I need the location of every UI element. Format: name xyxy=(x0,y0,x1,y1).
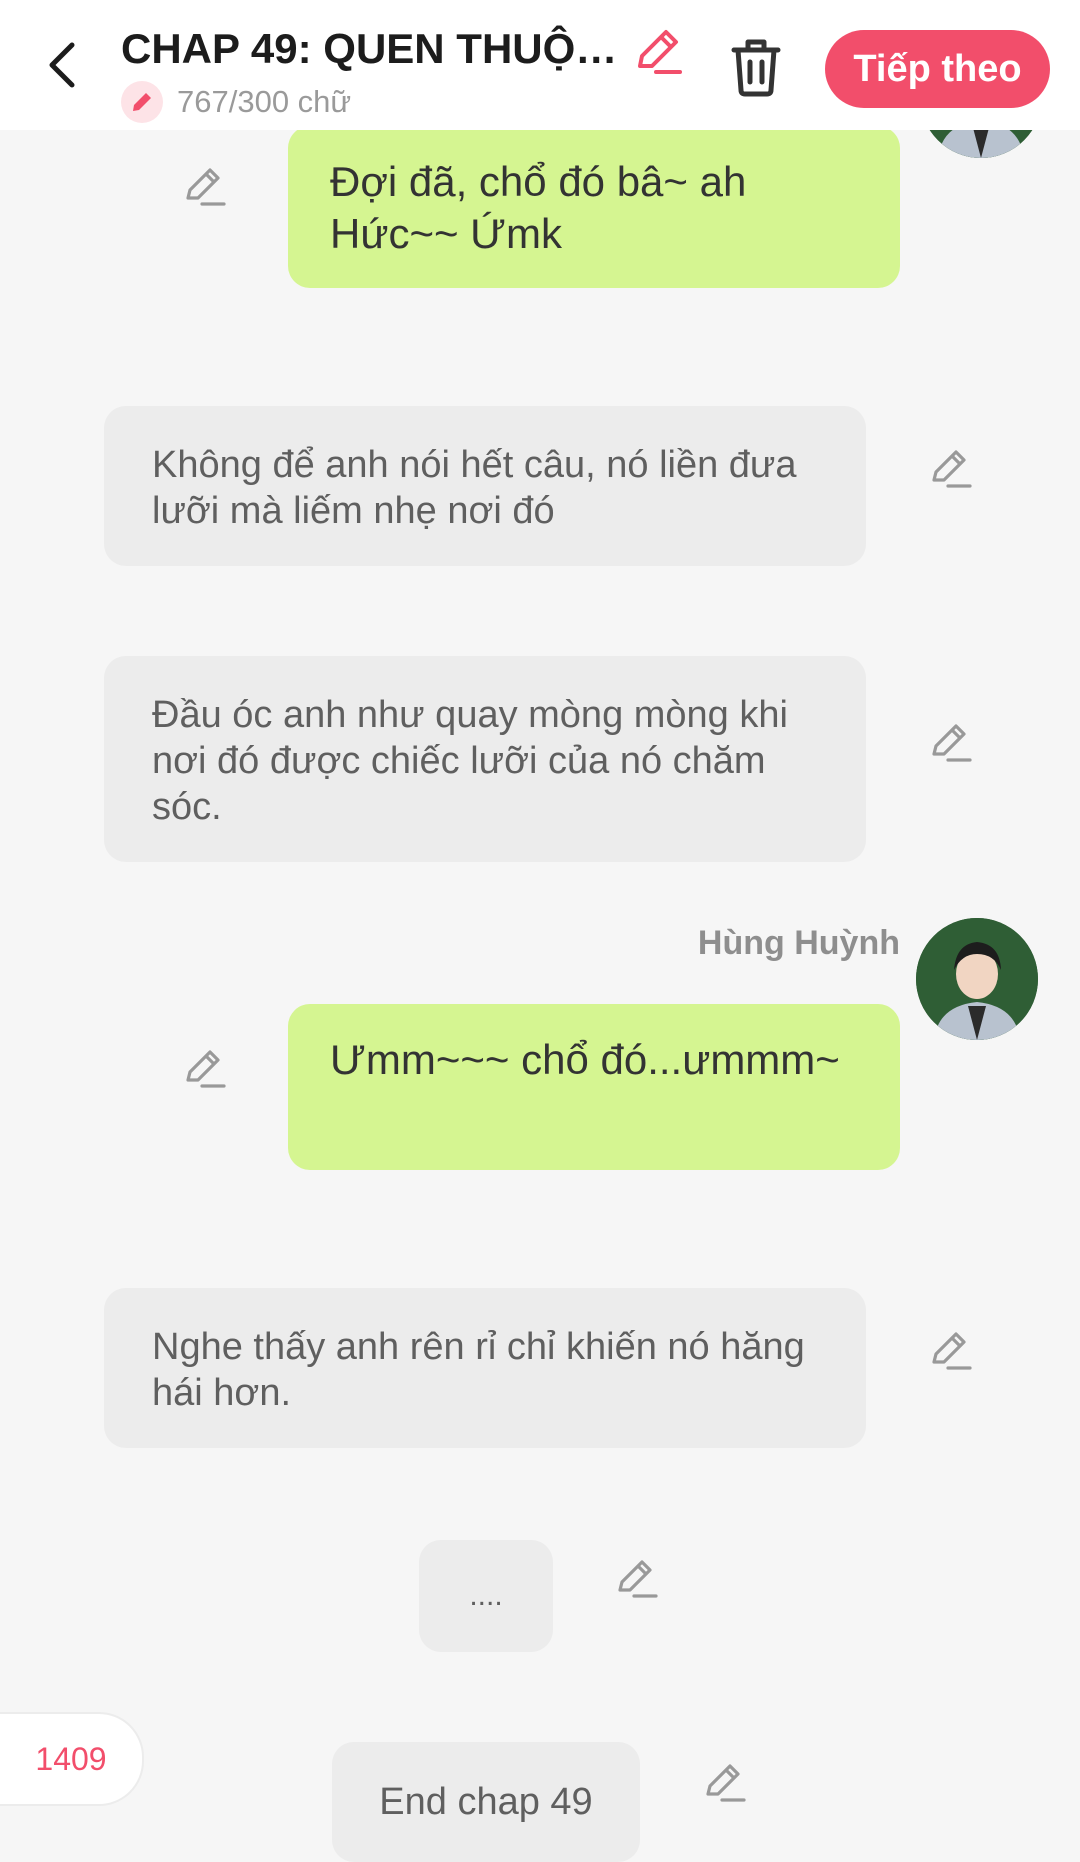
edit-pencil-icon[interactable] xyxy=(928,446,972,490)
chapter-title[interactable]: CHAP 49: QUEN THUỘC... xyxy=(121,24,626,74)
speaker-name: Hùng Huỳnh xyxy=(697,924,900,962)
trash-icon[interactable] xyxy=(728,36,784,98)
word-count: 767/300 chữ xyxy=(121,80,351,124)
word-count-text: 767/300 chữ xyxy=(177,84,352,119)
edit-pencil-icon[interactable] xyxy=(928,720,972,764)
top-bar: CHAP 49: QUEN THUỘC... 767/300 chữ Tiếp … xyxy=(0,0,1080,130)
narration-bubble[interactable]: Nghe thấy anh rên rỉ chỉ khiến nó hăng h… xyxy=(104,1288,866,1448)
message-counter[interactable]: 1409 xyxy=(0,1712,144,1806)
back-arrow-icon[interactable] xyxy=(34,35,94,95)
message-bubble[interactable]: Đợi đã, chổ đó bâ~ ah Hức~~ Ứmk xyxy=(288,126,900,288)
edit-pencil-icon[interactable] xyxy=(928,1328,972,1372)
pencil-icon xyxy=(121,81,163,123)
narration-bubble[interactable]: .... xyxy=(419,1540,553,1652)
edit-pencil-icon[interactable] xyxy=(182,164,226,208)
edit-pencil-icon[interactable] xyxy=(614,1556,658,1600)
narration-bubble[interactable]: Không để anh nói hết câu, nó liền đưa lư… xyxy=(104,406,866,566)
narration-bubble[interactable]: Đầu óc anh như quay mòng mòng khi nơi đó… xyxy=(104,656,866,862)
edit-title-pencil-icon[interactable] xyxy=(632,26,684,78)
narration-bubble[interactable]: End chap 49 xyxy=(332,1742,640,1862)
edit-pencil-icon[interactable] xyxy=(702,1760,746,1804)
message-bubble[interactable]: Ưmm~~~ chổ đó...ưmmm~ xyxy=(288,1004,900,1170)
next-button[interactable]: Tiếp theo xyxy=(825,30,1050,108)
avatar[interactable] xyxy=(916,918,1038,1040)
edit-pencil-icon[interactable] xyxy=(182,1046,226,1090)
